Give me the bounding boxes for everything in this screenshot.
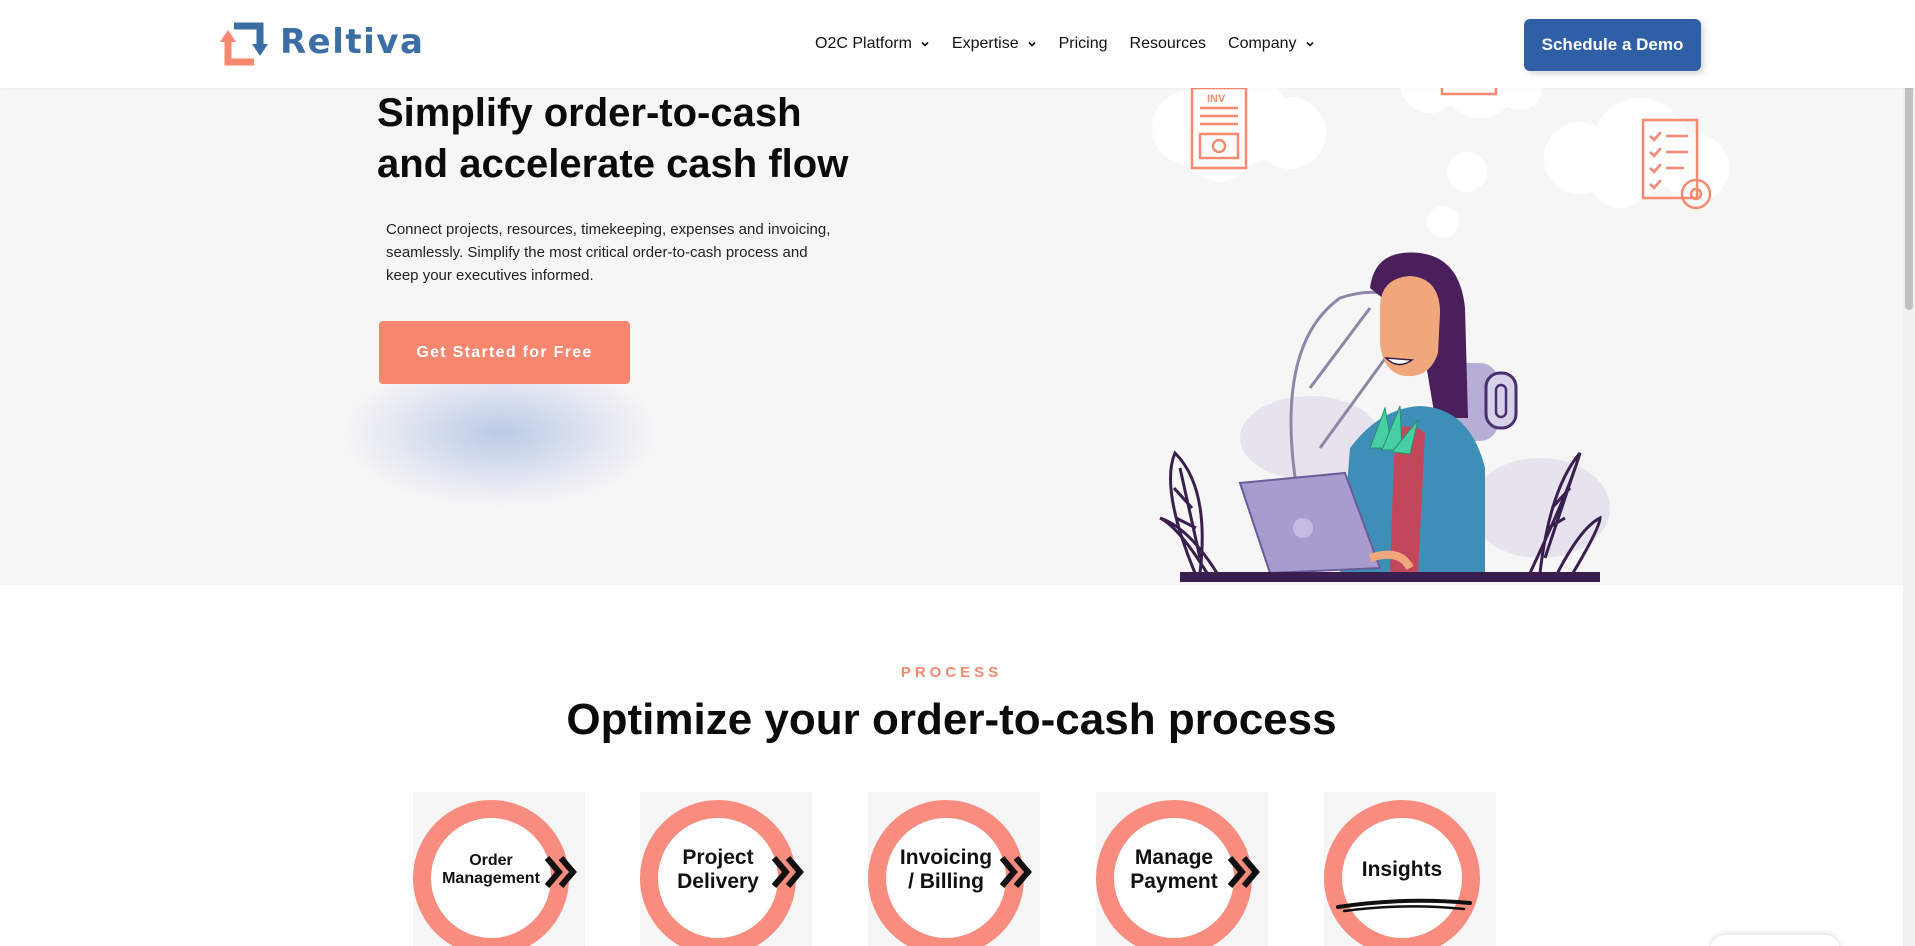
cloud-top <box>1400 88 1542 118</box>
step-label-line: Delivery <box>677 870 759 893</box>
page-scrollbar[interactable] <box>1903 0 1915 946</box>
chevron-down-icon <box>921 41 929 47</box>
nav-item-label: Resources <box>1129 35 1207 52</box>
nav-item-label: Expertise <box>951 35 1019 52</box>
hero-title: Simplify order-to-cash and accelerate ca… <box>377 88 897 190</box>
step-label: Project Delivery <box>660 820 776 920</box>
step-label: Invoicing / Billing <box>888 820 1004 920</box>
nav-item-o2c-platform[interactable]: O2C Platform <box>815 35 930 53</box>
nav-item-company[interactable]: Company <box>1228 35 1314 53</box>
section-eyebrow: PROCESS <box>900 664 1003 681</box>
chevron-down-icon <box>1305 41 1314 47</box>
chevron-down-icon <box>1028 41 1036 47</box>
invoice-doc-text: INV <box>1207 93 1226 105</box>
logo[interactable]: Reltiva <box>220 18 424 66</box>
nav-item-label: Pricing <box>1058 35 1108 52</box>
hero-title-line: and accelerate cash flow <box>377 142 849 186</box>
section-title: Optimize your order-to-cash process <box>566 695 1337 744</box>
double-chevron-right-icon <box>544 856 577 888</box>
nav-item-resources[interactable]: Resources <box>1130 35 1206 53</box>
step-label-line: Project <box>682 845 754 869</box>
logo-wordmark: Reltiva <box>280 22 425 62</box>
leaf-left <box>1159 450 1222 579</box>
chat-widget-tab[interactable] <box>1710 935 1840 946</box>
main-nav: O2C Platform Expertise Pricing Resources… <box>815 0 1315 88</box>
nav-item-expertise[interactable]: Expertise <box>952 35 1037 53</box>
nav-item-label: O2C Platform <box>815 35 912 52</box>
process-step-order-management[interactable]: Order Management <box>413 792 585 946</box>
logo-icon <box>220 22 268 66</box>
step-label-line: Management <box>442 870 540 887</box>
step-label-line: Payment <box>1130 870 1218 893</box>
process-step-insights[interactable]: Insights <box>1324 792 1496 946</box>
process-step-project-delivery[interactable]: Project Delivery <box>640 792 812 946</box>
step-label-line: Insights <box>1361 857 1443 881</box>
double-chevron-right-icon <box>771 856 804 888</box>
double-chevron-right-icon <box>1227 856 1260 888</box>
process-steps: Order Management Project Delivery Invoicin… <box>0 792 1915 946</box>
hero-illustration: INV <box>1152 88 1729 582</box>
step-label-line: / Billing <box>908 870 984 893</box>
step-label: Order Management <box>433 820 549 920</box>
nav-item-pricing[interactable]: Pricing <box>1059 35 1108 53</box>
site-header: Reltiva O2C Platform Expertise Pricing R… <box>0 0 1915 88</box>
brush-underline <box>1336 898 1472 913</box>
double-chevron-right-icon <box>999 856 1032 888</box>
hero-title-line: Simplify order-to-cash <box>377 91 802 135</box>
schedule-demo-button[interactable]: Schedule a Demo <box>1524 19 1701 71</box>
step-label: Manage Payment <box>1116 820 1232 920</box>
process-step-manage-payment[interactable]: Manage Payment <box>1096 792 1268 946</box>
hero-description: Connect projects, resources, timekeeping… <box>386 221 831 284</box>
process-step-invoicing-billing[interactable]: Invoicing / Billing <box>868 792 1040 946</box>
desk <box>1180 572 1600 582</box>
step-label-line: Order <box>469 851 513 869</box>
nav-item-label: Company <box>1228 35 1297 52</box>
get-started-button[interactable]: Get Started for Free <box>379 321 630 384</box>
step-label-line: Invoicing <box>899 845 993 869</box>
step-label-line: Manage <box>1134 845 1214 869</box>
hero-section: Simplify order-to-cash and accelerate ca… <box>0 88 1915 585</box>
